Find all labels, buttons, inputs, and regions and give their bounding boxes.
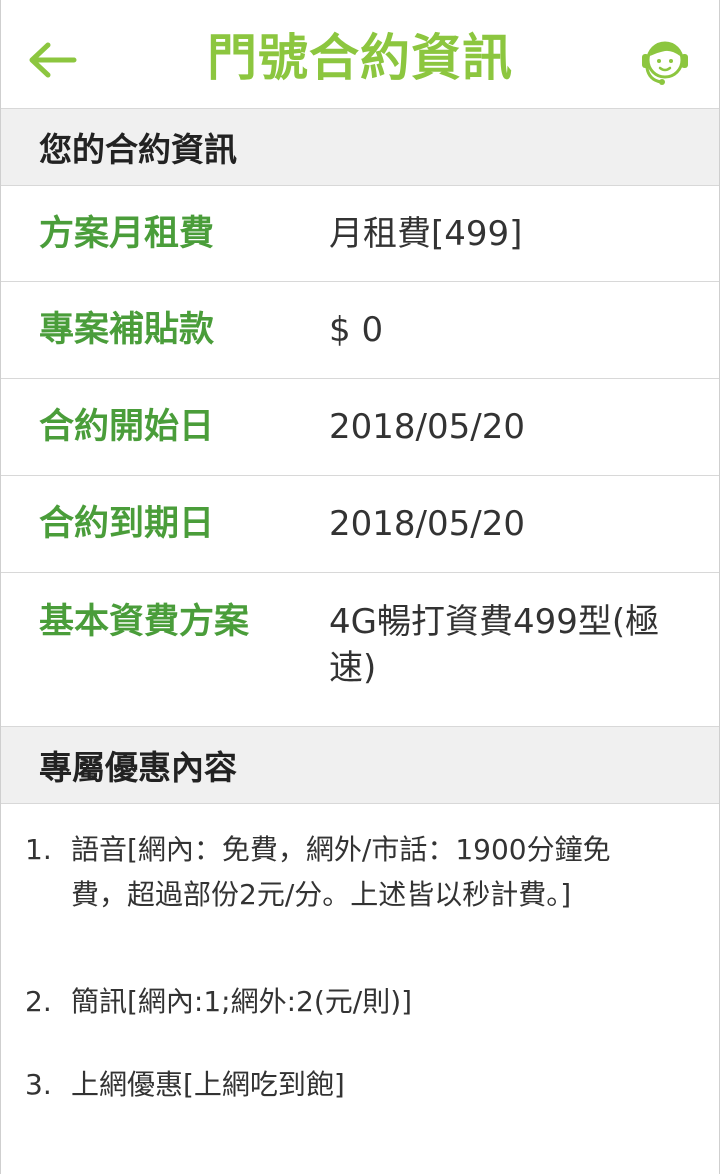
- contract-row-monthly-fee: 方案月租費 月租費[499]: [1, 186, 719, 282]
- row-value: 2018/05/20: [329, 407, 525, 447]
- contract-row-subsidy: 專案補貼款 $ 0: [1, 282, 719, 379]
- back-button[interactable]: [23, 32, 79, 88]
- list-item: 2. 簡訊[網內:1;網外:2(元/則)]: [1, 964, 719, 1036]
- row-label: 方案月租費: [39, 214, 215, 254]
- item-number: 2.: [25, 985, 52, 1018]
- item-number: 1.: [25, 833, 52, 866]
- item-number: 3.: [25, 1068, 52, 1101]
- customer-service-button[interactable]: [639, 34, 691, 90]
- row-label: 基本資費方案: [39, 602, 250, 642]
- promotions-section-header: 專屬優惠內容: [1, 727, 719, 804]
- contract-section-header: 您的合約資訊: [1, 109, 719, 186]
- row-value: 月租費[499]: [329, 214, 523, 254]
- row-value: $ 0: [329, 310, 384, 350]
- row-label: 合約到期日: [39, 504, 215, 544]
- promotions-list: 1. 語音[網內：免費，網外/市話：1900分鐘免費，超過部份2元/分。上述皆以…: [1, 804, 719, 1116]
- contract-row-end-date: 合約到期日 2018/05/20: [1, 476, 719, 573]
- top-bar: 門號合約資訊: [1, 0, 719, 109]
- item-text: 上網優惠[上網吃到飽]: [71, 1068, 345, 1101]
- app-screen: 門號合約資訊 您的合約資訊 方案月租費 月租費[499] 專案補貼款 $ 0 合…: [0, 0, 720, 1174]
- row-label: 合約開始日: [39, 407, 215, 447]
- customer-service-agent-icon: [642, 41, 688, 85]
- arrow-left-icon: [29, 42, 77, 78]
- row-value: 4G暢打資費499型(極速): [329, 602, 660, 688]
- list-item: 1. 語音[網內：免費，網外/市話：1900分鐘免費，超過部份2元/分。上述皆以…: [1, 804, 719, 964]
- row-label: 專案補貼款: [39, 310, 215, 350]
- page-title: 門號合約資訊: [207, 29, 513, 87]
- contract-row-base-plan: 基本資費方案 4G暢打資費499型(極速): [1, 573, 719, 727]
- contract-row-start-date: 合約開始日 2018/05/20: [1, 379, 719, 476]
- row-value: 2018/05/20: [329, 504, 525, 544]
- item-text: 簡訊[網內:1;網外:2(元/則)]: [71, 985, 413, 1018]
- item-text: 語音[網內：免費，網外/市話：1900分鐘免費，超過部份2元/分。上述皆以秒計費…: [71, 833, 611, 911]
- list-item: 3. 上網優惠[上網吃到飽]: [1, 1036, 719, 1116]
